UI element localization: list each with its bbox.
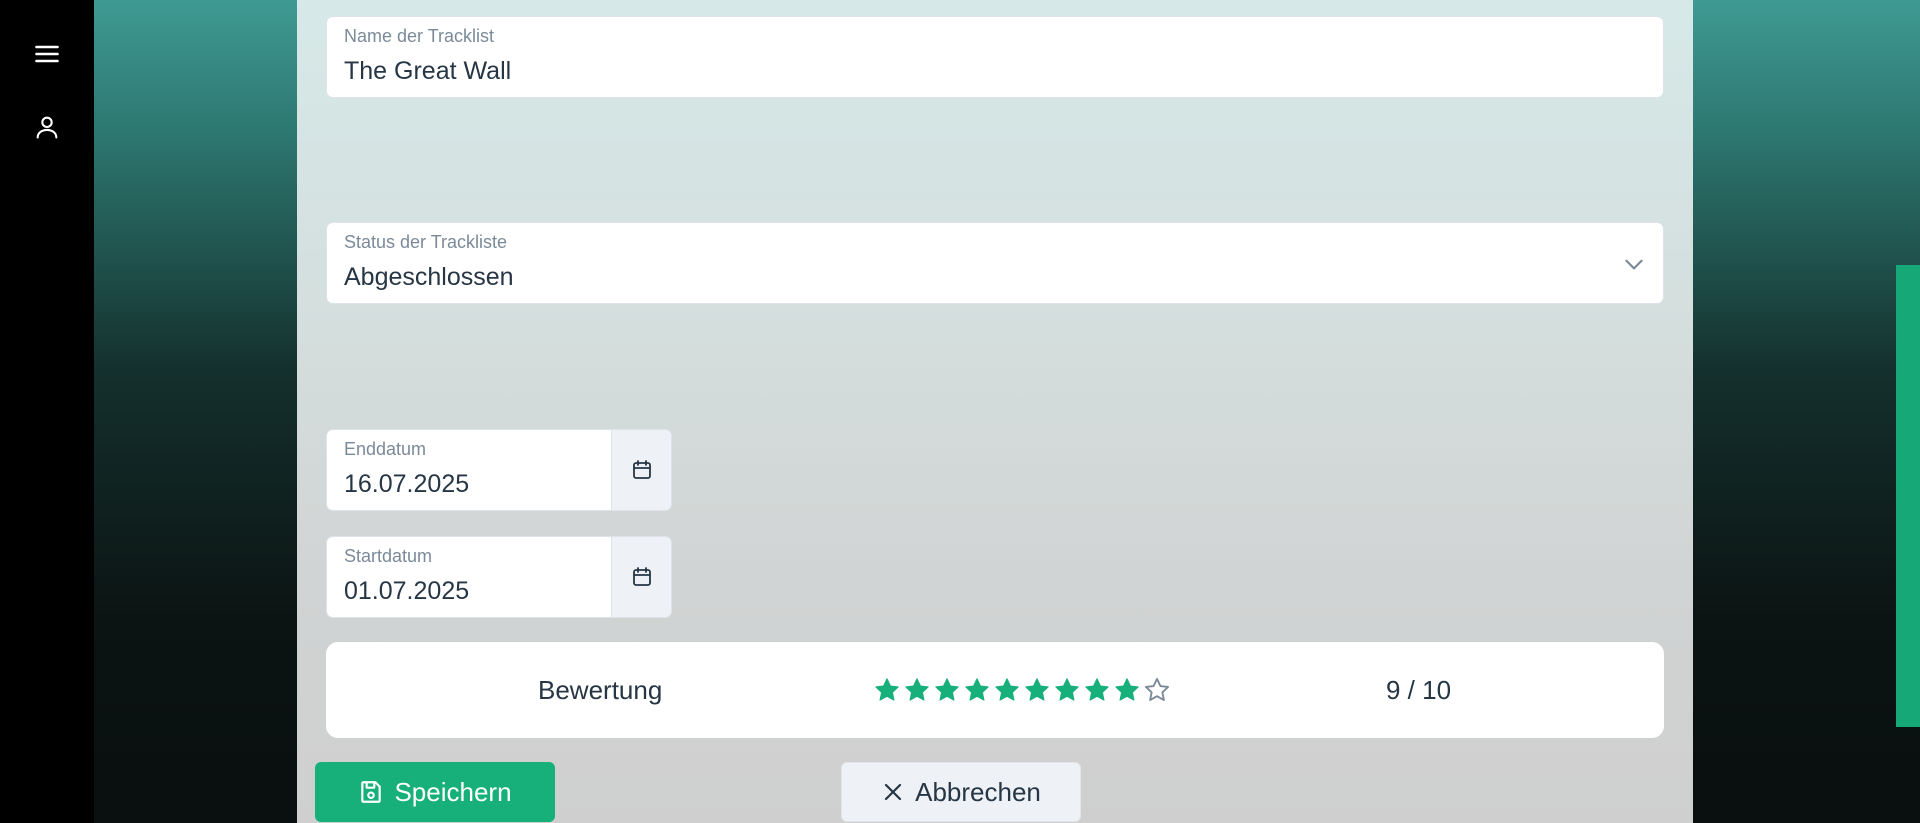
menu-icon [35,45,59,63]
menu-button[interactable] [27,34,67,74]
star-empty-icon[interactable] [1143,676,1171,704]
rating-stars [873,676,1171,704]
calendar-icon [632,460,651,479]
star-filled-icon[interactable] [1083,676,1111,704]
save-button[interactable]: Speichern [315,762,555,822]
calendar-icon [632,567,651,586]
close-icon [885,783,902,801]
end-date-field: Enddatum 16.07.2025 [326,429,672,511]
star-filled-icon[interactable] [1113,676,1141,704]
cancel-button-label: Abbrechen [915,776,1041,807]
end-date-label: Enddatum [344,439,427,459]
star-filled-icon[interactable] [993,676,1021,704]
chevron-down-icon[interactable] [1621,251,1647,277]
status-select[interactable]: Status der Trackliste Abgeschlossen [326,222,1664,304]
rating-label: Bewertung [538,675,663,705]
end-date-value[interactable]: 16.07.2025 [344,470,469,499]
save-button-label: Speichern [394,776,512,807]
star-filled-icon[interactable] [1023,676,1051,704]
tracklist-name-field[interactable]: Name der Tracklist The Great Wall [326,16,1664,98]
start-date-calendar-button[interactable] [611,537,671,617]
start-date-field: Startdatum 01.07.2025 [326,536,672,618]
cancel-button[interactable]: Abbrechen [841,762,1081,822]
rating-value: 9 / 10 [1386,675,1452,705]
end-date-input[interactable]: Enddatum 16.07.2025 [327,430,613,510]
user-icon [36,116,58,139]
start-date-value[interactable]: 01.07.2025 [344,577,469,606]
sidebar [0,0,94,823]
star-filled-icon[interactable] [873,676,901,704]
tracklist-name-label: Name der Tracklist [344,26,495,46]
scrollbar-thumb[interactable] [1896,265,1920,727]
end-date-calendar-button[interactable] [611,430,671,510]
rating-card: Bewertung 9 / 10 [326,642,1664,738]
status-label: Status der Trackliste [344,232,508,252]
scrollbar[interactable] [1896,0,1920,823]
save-icon [361,781,382,803]
status-value[interactable]: Abgeschlossen [344,263,514,292]
start-date-label: Startdatum [344,546,433,566]
account-button[interactable] [27,107,67,147]
start-date-input[interactable]: Startdatum 01.07.2025 [327,537,613,617]
star-filled-icon[interactable] [903,676,931,704]
star-filled-icon[interactable] [963,676,991,704]
form-panel: Name der Tracklist The Great Wall Status… [297,0,1693,823]
tracklist-name-input[interactable]: The Great Wall [344,57,511,86]
star-filled-icon[interactable] [1053,676,1081,704]
star-filled-icon[interactable] [933,676,961,704]
